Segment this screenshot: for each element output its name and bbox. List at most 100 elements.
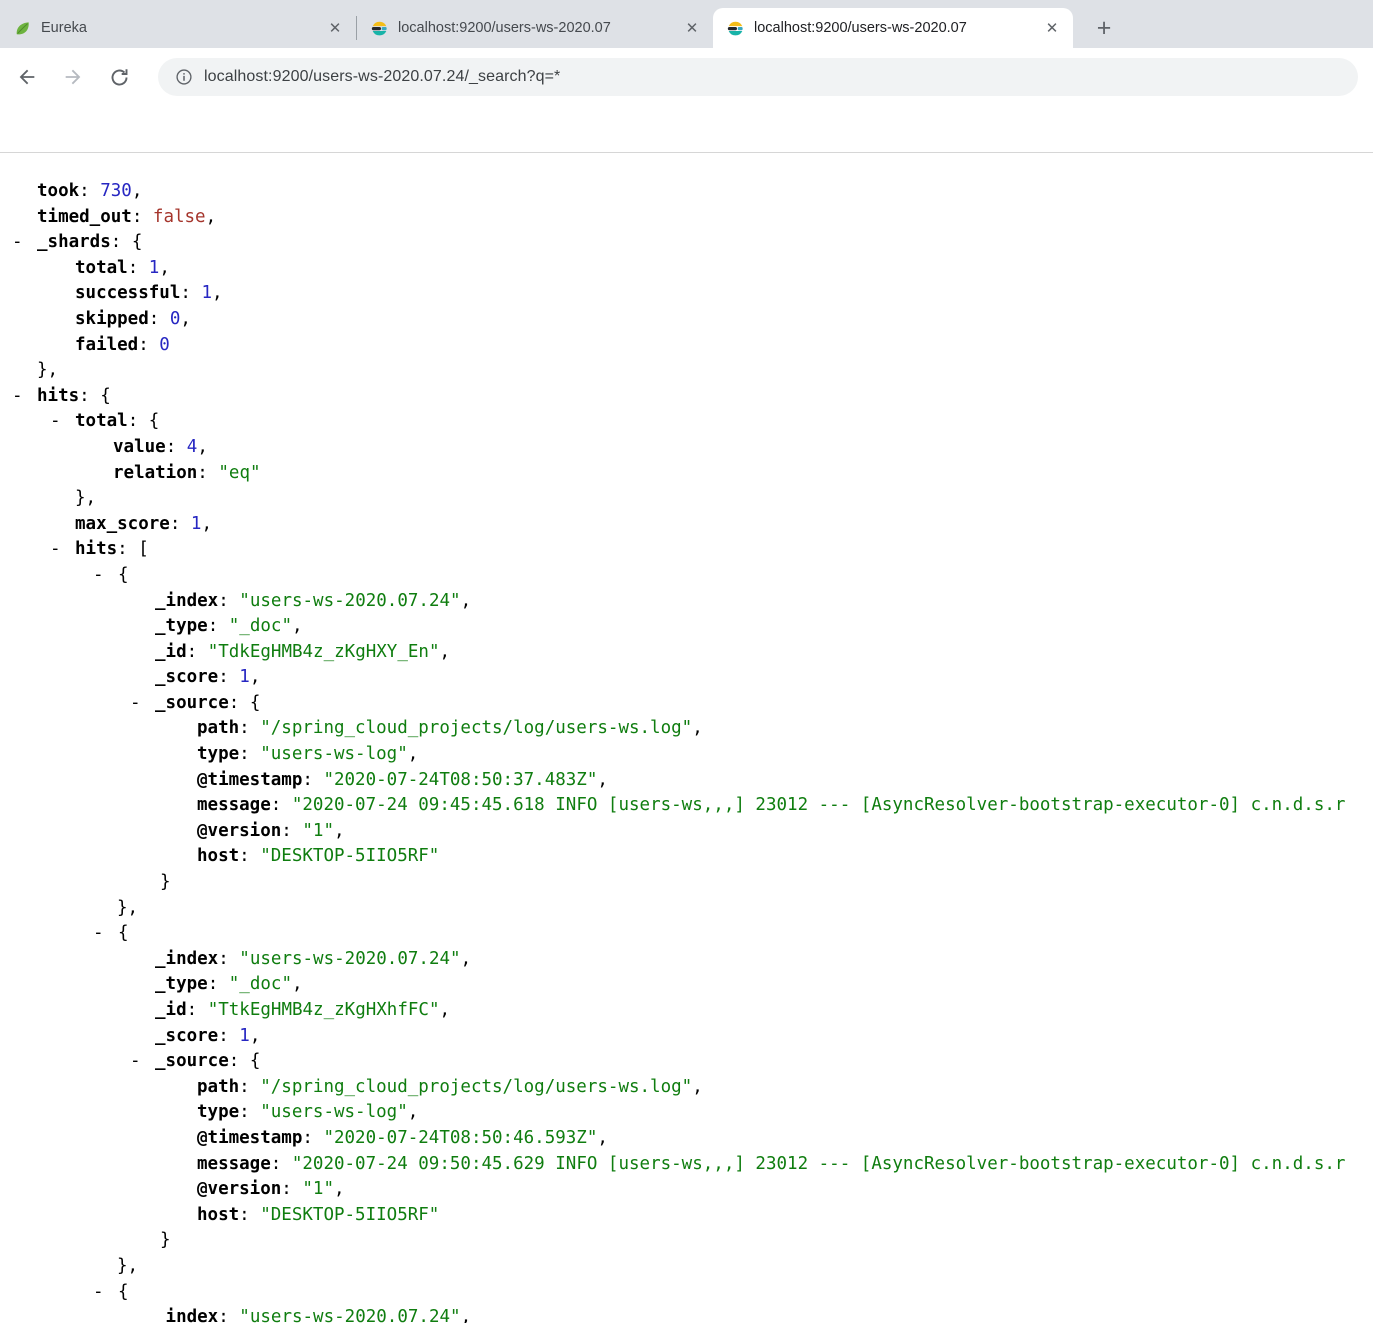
tab-eureka[interactable]: Eureka ✕: [0, 8, 356, 48]
json-value: },: [117, 898, 138, 918]
json-value: "eq": [218, 463, 260, 483]
json-value: "users-ws-2020.07.24": [239, 1307, 460, 1323]
collapse-toggle-icon[interactable]: -: [50, 537, 75, 563]
back-button[interactable]: [10, 60, 44, 94]
back-arrow-icon: [16, 66, 38, 88]
json-punctuation: ,: [461, 591, 472, 611]
json-key: _source: [155, 693, 229, 713]
json-punctuation: :: [239, 1077, 260, 1097]
json-line: max_score: 1,: [0, 512, 1373, 538]
json-punctuation: ,: [212, 283, 223, 303]
json-line: @timestamp: "2020-07-24T08:50:37.483Z",: [0, 768, 1373, 794]
json-punctuation: :: [229, 693, 250, 713]
reload-button[interactable]: [102, 60, 136, 94]
json-line: - {: [0, 563, 1373, 589]
spring-leaf-icon: [14, 20, 31, 37]
json-key: _score: [155, 667, 218, 687]
json-line: path: "/spring_cloud_projects/log/users-…: [0, 716, 1373, 742]
json-punctuation: ,: [692, 718, 703, 738]
json-punctuation: :: [187, 1000, 208, 1020]
json-key: message: [197, 1154, 271, 1174]
json-key: host: [197, 846, 239, 866]
toolbar: localhost:9200/users-ws-2020.07.24/_sear…: [0, 48, 1373, 106]
json-value: {: [118, 923, 129, 943]
collapse-toggle-icon[interactable]: -: [50, 409, 75, 435]
json-line: type: "users-ws-log",: [0, 742, 1373, 768]
json-punctuation: :: [218, 1026, 239, 1046]
json-punctuation: :: [111, 232, 132, 252]
json-value: "_doc": [229, 616, 292, 636]
json-punctuation: :: [302, 770, 323, 790]
json-punctuation: :: [271, 795, 292, 815]
json-line: host: "DESKTOP-5IIO5RF": [0, 1203, 1373, 1229]
json-punctuation: :: [218, 1307, 239, 1323]
json-content: took: 730,timed_out: false,- _shards: {t…: [0, 153, 1373, 1323]
json-line: _score: 1,: [0, 665, 1373, 691]
json-value: 0: [159, 335, 170, 355]
json-value: "users-ws-log": [260, 1102, 408, 1122]
json-key: hits: [37, 386, 79, 406]
json-line: _score: 1,: [0, 1024, 1373, 1050]
json-line: host: "DESKTOP-5IIO5RF": [0, 844, 1373, 870]
json-line: - _shards: {: [0, 230, 1373, 256]
json-punctuation: :: [132, 207, 153, 227]
tab-elasticsearch-2-active[interactable]: localhost:9200/users-ws-2020.07 ✕: [713, 8, 1073, 48]
tab-close-icon[interactable]: ✕: [324, 17, 346, 39]
collapse-toggle-icon[interactable]: -: [93, 921, 118, 947]
collapse-toggle-icon[interactable]: -: [93, 1280, 118, 1306]
json-key: _id: [155, 1000, 187, 1020]
json-line: _index: "users-ws-2020.07.24",: [0, 947, 1373, 973]
json-line: _id: "TtkEgHMB4z_zKgHXhfFC",: [0, 998, 1373, 1024]
forward-button[interactable]: [56, 60, 90, 94]
json-value: "1": [302, 1179, 334, 1199]
tab-elasticsearch-1[interactable]: localhost:9200/users-ws-2020.07 ✕: [357, 8, 713, 48]
json-value: 1: [201, 283, 212, 303]
json-line: _type: "_doc",: [0, 614, 1373, 640]
new-tab-button[interactable]: +: [1089, 13, 1119, 43]
json-punctuation: ,: [408, 1102, 419, 1122]
json-punctuation: ,: [201, 514, 212, 534]
json-punctuation: ,: [439, 1000, 450, 1020]
json-line: - {: [0, 1280, 1373, 1306]
json-punctuation: :: [239, 718, 260, 738]
collapse-toggle-icon[interactable]: -: [130, 691, 155, 717]
json-punctuation: ,: [159, 258, 170, 278]
json-punctuation: :: [117, 539, 138, 559]
tab-strip: Eureka ✕ localhost:9200/users-ws-2020.07…: [0, 0, 1373, 48]
address-bar[interactable]: localhost:9200/users-ws-2020.07.24/_sear…: [158, 58, 1358, 96]
json-value: {: [100, 386, 111, 406]
json-punctuation: ,: [597, 1128, 608, 1148]
json-line: value: 4,: [0, 435, 1373, 461]
collapse-toggle-icon[interactable]: -: [12, 384, 37, 410]
collapse-toggle-icon[interactable]: -: [130, 1049, 155, 1075]
json-value: },: [37, 360, 58, 380]
json-value: "/spring_cloud_projects/log/users-ws.log…: [260, 1077, 692, 1097]
json-key: path: [197, 718, 239, 738]
json-line: }: [0, 870, 1373, 896]
json-punctuation: ,: [250, 667, 261, 687]
forward-arrow-icon: [62, 66, 84, 88]
url-text[interactable]: localhost:9200/users-ws-2020.07.24/_sear…: [204, 68, 560, 86]
json-punctuation: ,: [132, 181, 143, 201]
tab-close-icon[interactable]: ✕: [681, 17, 703, 39]
json-punctuation: :: [138, 335, 159, 355]
collapse-toggle-icon[interactable]: -: [93, 563, 118, 589]
json-key: message: [197, 795, 271, 815]
collapse-toggle-icon[interactable]: -: [12, 230, 37, 256]
json-key: @timestamp: [197, 1128, 302, 1148]
json-punctuation: :: [302, 1128, 323, 1148]
json-key: _shards: [37, 232, 111, 252]
json-key: host: [197, 1205, 239, 1225]
json-punctuation: ,: [597, 770, 608, 790]
json-punctuation: :: [166, 437, 187, 457]
json-key: total: [75, 411, 128, 431]
json-line: failed: 0: [0, 333, 1373, 359]
json-key: @timestamp: [197, 770, 302, 790]
json-punctuation: :: [218, 591, 239, 611]
site-info-icon[interactable]: [174, 67, 194, 87]
json-value: "2020-07-24 09:45:45.618 INFO [users-ws,…: [292, 795, 1346, 815]
json-line: message: "2020-07-24 09:45:45.618 INFO […: [0, 793, 1373, 819]
json-value: 1: [239, 667, 250, 687]
json-value: 4: [187, 437, 198, 457]
tab-close-icon[interactable]: ✕: [1041, 17, 1063, 39]
